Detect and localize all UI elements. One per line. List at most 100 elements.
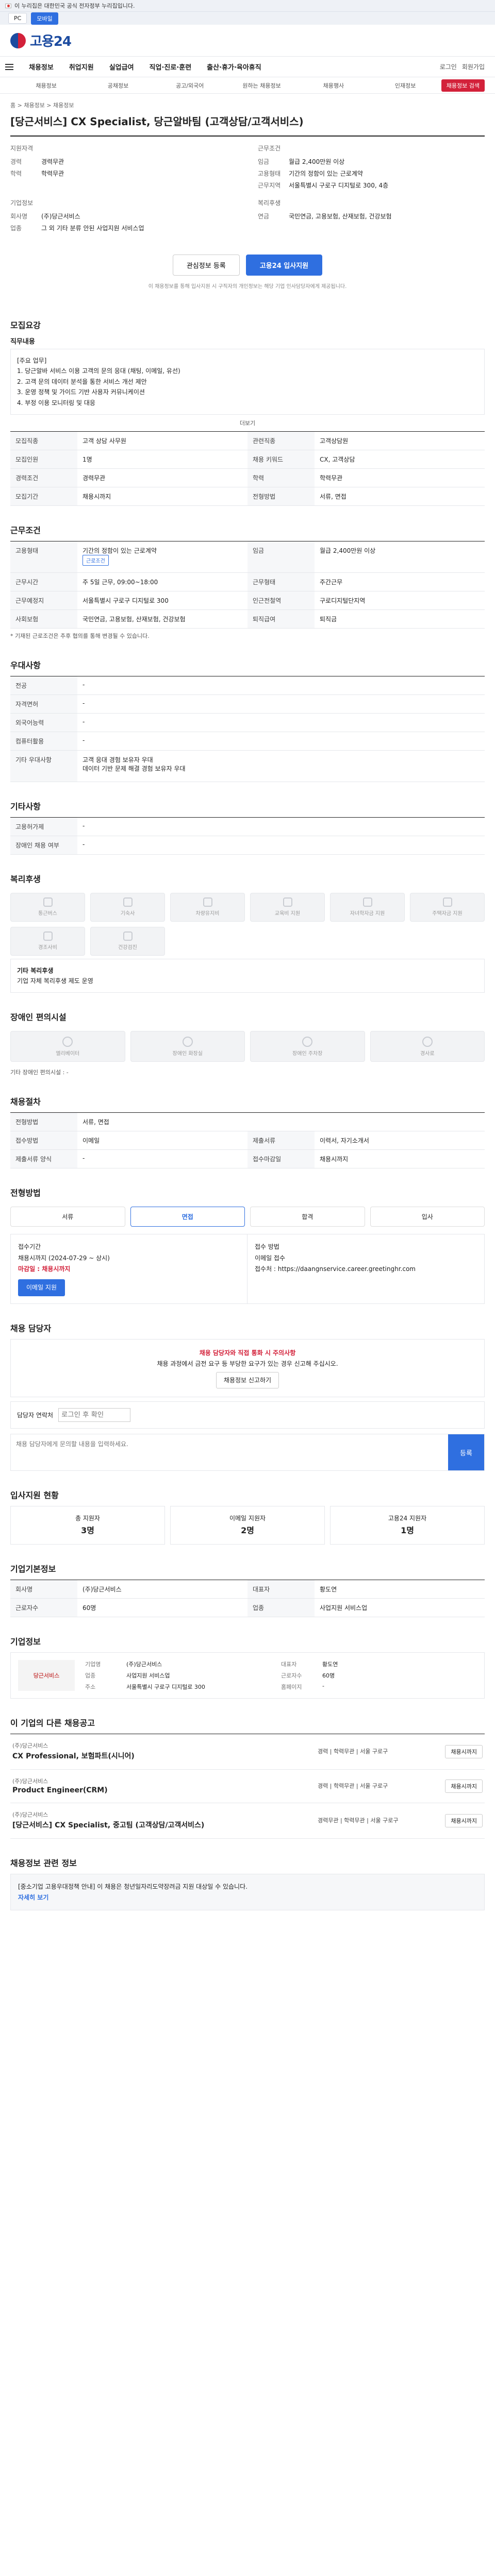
field-key: 접수방법 bbox=[10, 1131, 77, 1149]
report-button[interactable]: 채용정보 신고하기 bbox=[216, 1372, 279, 1389]
scrap-button[interactable]: 관심정보 등록 bbox=[172, 255, 240, 276]
info-box: [중소기업 고용우대정책 안내] 이 채용은 청년일자리도약장려금 지원 대상일… bbox=[10, 1874, 485, 1911]
section-title: 채용 담당자 bbox=[10, 1324, 52, 1334]
stat-value: 1명 bbox=[401, 1525, 414, 1535]
nav-item[interactable]: 직업·진로·훈련 bbox=[150, 62, 192, 72]
related-deadline: 채용시까지 bbox=[445, 1780, 483, 1793]
field-value: 60명 bbox=[82, 1604, 96, 1612]
welfare-item: 건강검진 bbox=[90, 926, 165, 956]
qa-submit-button[interactable]: 등록 bbox=[448, 1434, 484, 1471]
field-value: 사업지원 서비스업 bbox=[320, 1604, 368, 1612]
subnav-item[interactable]: 채용정보 bbox=[10, 81, 82, 90]
dormitory-icon bbox=[123, 897, 133, 907]
manager-section: 채용 담당자 채용 담당자와 직접 통화 시 주의사항 채용 과정에서 금전 요… bbox=[10, 1308, 485, 1475]
field-value: 월급 2,400만원 이상 bbox=[320, 547, 376, 554]
field-key: 전형방법 bbox=[248, 487, 315, 505]
related-title[interactable]: Product Engineer(CRM) bbox=[12, 1786, 318, 1794]
summary-key: 고용형태 bbox=[258, 170, 281, 177]
nav-item[interactable]: 실업급여 bbox=[109, 62, 134, 72]
info-link[interactable]: 자세히 보기 bbox=[18, 1894, 48, 1901]
warning-text: 채용 과정에서 금전 요구 등 부당한 요구가 있는 경우 신고해 주십시오. bbox=[157, 1360, 338, 1367]
summary-value: 학력무관 bbox=[41, 170, 64, 177]
restroom-icon bbox=[182, 1036, 193, 1047]
site-logo[interactable]: 고용24 bbox=[10, 31, 72, 50]
nav-item[interactable]: 채용정보 bbox=[29, 62, 54, 72]
company-value: - bbox=[322, 1683, 324, 1690]
field-value: CX, 고객상담 bbox=[320, 455, 355, 463]
field-value: 구로디지털단지역 bbox=[320, 597, 366, 604]
facility-section: 장애인 편의시설 엘리베이터 장애인 화장실 장애인 주차장 경사로 기타 장애… bbox=[10, 997, 485, 1081]
nav-item[interactable]: 취업지원 bbox=[69, 62, 94, 72]
work-note: * 기재된 근로조건은 추후 협의를 통해 변경될 수 있습니다. bbox=[10, 632, 150, 639]
field-value: - bbox=[82, 699, 85, 707]
related-title[interactable]: CX Professional, 보험파트(시니어) bbox=[12, 1751, 318, 1761]
qa-input[interactable] bbox=[11, 1434, 448, 1471]
email-apply-button[interactable]: 이메일 지원 bbox=[18, 1279, 65, 1297]
field-value: - bbox=[82, 822, 85, 829]
device-pc[interactable]: PC bbox=[8, 13, 27, 24]
welfare-item: 자녀학자금 지원 bbox=[330, 892, 405, 922]
subnav-item[interactable]: 공고/외국어 bbox=[154, 81, 226, 90]
device-mobile[interactable]: 모바일 bbox=[31, 12, 58, 25]
welfare-label: 주택자금 지원 bbox=[432, 911, 463, 917]
signup-link[interactable]: 회원가입 bbox=[462, 62, 485, 71]
subnav-item[interactable]: 채용행사 bbox=[298, 81, 369, 90]
field-value: 국민연금, 고용보험, 산재보험, 건강보험 bbox=[82, 615, 186, 623]
welfare-label: 건강검진 bbox=[118, 945, 137, 951]
field-value: 고객상담원 bbox=[320, 437, 349, 445]
field-value: 퇴직금 bbox=[320, 615, 337, 623]
company-key: 홈페이지 bbox=[281, 1684, 302, 1691]
facility-label: 장애인 주차장 bbox=[292, 1050, 323, 1057]
main-nav: 채용정보 취업지원 실업급여 직업·진로·훈련 출산·휴가·육아휴직 로그인 회원… bbox=[0, 57, 495, 77]
contact-field[interactable] bbox=[58, 1408, 131, 1422]
apply-button[interactable]: 고용24 입사지원 bbox=[245, 255, 323, 276]
field-value: 기간의 정함이 있는 근로계약 근로조건 bbox=[77, 541, 248, 572]
list-item[interactable]: (주)당근서비스 CX Professional, 보험파트(시니어) 경력 | 학… bbox=[10, 1734, 485, 1770]
footer bbox=[10, 1935, 485, 1997]
company-key: 근로자수 bbox=[281, 1672, 302, 1680]
company-key: 대표자 bbox=[281, 1661, 297, 1668]
field-value: 이메일 bbox=[82, 1137, 100, 1144]
menu-icon[interactable] bbox=[5, 63, 13, 70]
field-key: 모집직종 bbox=[10, 431, 77, 450]
job-search-button[interactable]: 채용정보 검색 bbox=[441, 79, 485, 92]
subnav-item[interactable]: 인재정보 bbox=[369, 81, 441, 90]
list-item[interactable]: (주)당근서비스 Product Engineer(CRM) 경력 | 학력무관 |… bbox=[10, 1770, 485, 1804]
section-title: 기업기본정보 bbox=[10, 1564, 56, 1574]
process-section: 채용절차 전형방법 서류, 면접 접수방법 이메일 제출서류 이력서, 자기소개서 제출… bbox=[10, 1081, 485, 1173]
field-key: 모집기간 bbox=[10, 487, 77, 505]
subnav-item[interactable]: 원하는 채용정보 bbox=[226, 81, 298, 90]
field-key: 제출서류 bbox=[248, 1131, 315, 1149]
field-value: - bbox=[82, 736, 85, 744]
welfare-label: 교육비 지원 bbox=[274, 911, 301, 917]
elevator-icon bbox=[62, 1036, 73, 1047]
list-item[interactable]: (주)당근서비스 [당근서비스] CX Specialist, 중고팀 (고객상담… bbox=[10, 1803, 485, 1839]
nav-item[interactable]: 출산·휴가·육아휴직 bbox=[207, 62, 261, 72]
company-value: 사업지원 서비스업 bbox=[126, 1672, 170, 1680]
field-key: 회사명 bbox=[10, 1580, 77, 1599]
summary-heading: 지원자격 bbox=[10, 145, 34, 152]
summary-key: 학력 bbox=[10, 170, 22, 177]
breadcrumb: 홈 > 채용정보 > 채용정보 bbox=[10, 102, 74, 109]
subnav-item[interactable]: 공채정보 bbox=[82, 81, 154, 90]
field-value: (주)당근서비스 bbox=[82, 1586, 122, 1594]
house-icon bbox=[442, 897, 452, 907]
apply-url[interactable]: 접수처 : https://daangnservice.career.greet… bbox=[255, 1265, 416, 1273]
header: 고용24 bbox=[0, 25, 495, 57]
welfare-item: 통근버스 bbox=[10, 892, 85, 922]
related-deadline: 채용시까지 bbox=[445, 1814, 483, 1828]
field-value: 채용시까지 bbox=[82, 493, 111, 500]
company-value: 서울특별시 구로구 디지털로 300 bbox=[126, 1684, 205, 1691]
field-key: 전공 bbox=[10, 676, 77, 694]
more-button[interactable]: 더보기 bbox=[10, 415, 485, 431]
summary-value: 국민연금, 고용보험, 산재보험, 건강보험 bbox=[289, 213, 392, 220]
related-title[interactable]: [당근서비스] CX Specialist, 중고팀 (고객상담/고객서비스) bbox=[12, 1820, 318, 1830]
stat-value: 2명 bbox=[241, 1525, 254, 1535]
summary-key: 근무지역 bbox=[258, 182, 281, 189]
company-value: (주)당근서비스 bbox=[126, 1661, 162, 1668]
scholarship-icon bbox=[362, 897, 372, 907]
summary-value: 기간의 정함이 있는 근로계약 bbox=[289, 170, 363, 177]
field-key: 외국어능력 bbox=[10, 713, 77, 732]
login-link[interactable]: 로그인 bbox=[440, 62, 457, 71]
welfare-label: 통근버스 bbox=[38, 911, 57, 917]
